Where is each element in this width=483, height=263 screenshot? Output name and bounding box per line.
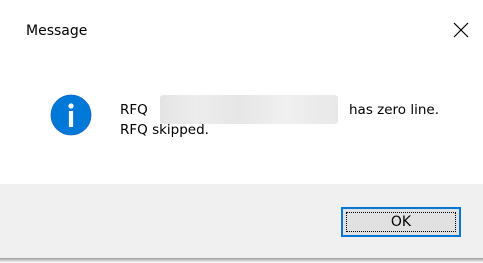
close-button[interactable] xyxy=(445,14,477,46)
message-prefix: RFQ xyxy=(120,102,148,118)
message-line-1-suffix: has zero line. xyxy=(349,102,440,118)
title-bar: Message xyxy=(0,0,483,62)
dialog-title: Message xyxy=(26,23,88,39)
message-line-1: RFQ has zero line. xyxy=(120,95,439,124)
ok-button[interactable]: OK xyxy=(341,207,461,237)
message-text: RFQ has zero line. RFQ skipped. xyxy=(120,95,439,140)
info-icon xyxy=(50,94,92,136)
close-icon xyxy=(453,22,469,38)
dialog-content: RFQ has zero line. RFQ skipped. xyxy=(0,62,483,184)
message-dialog: Message RFQ has zero line. RFQ skipped. xyxy=(0,0,483,258)
redacted-rfq-number xyxy=(160,95,338,124)
ok-button-label: OK xyxy=(390,214,412,230)
button-bar: OK xyxy=(0,184,483,258)
window-shadow xyxy=(0,258,483,263)
